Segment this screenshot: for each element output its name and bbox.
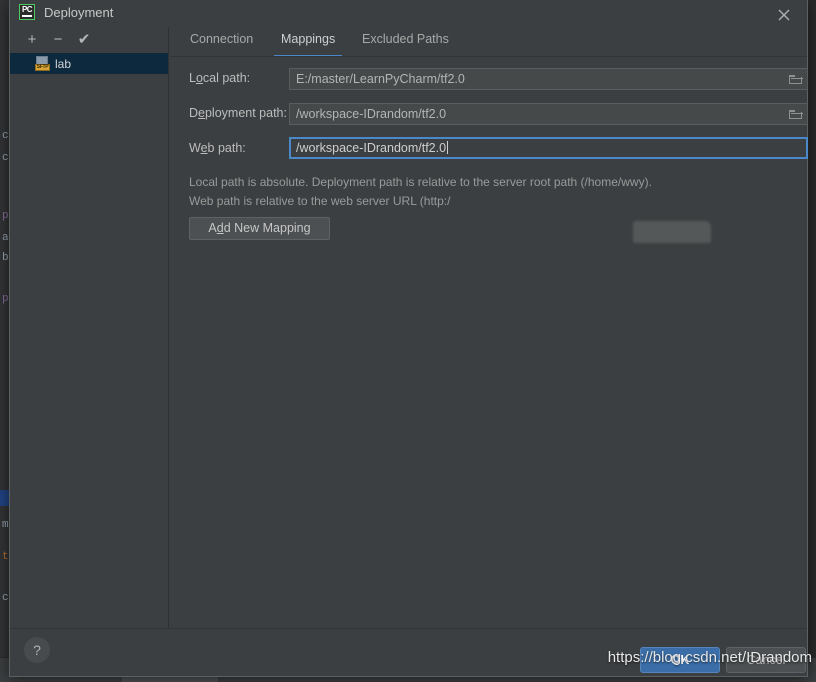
web-path-input[interactable]: /workspace-IDrandom/tf2.0 [289, 137, 808, 159]
tab-bar: Connection Mappings Excluded Paths [170, 27, 807, 57]
tab-mappings[interactable]: Mappings [273, 32, 343, 57]
deployment-path-browse-button[interactable] [785, 104, 807, 124]
dialog-footer: ? OK Cancel [10, 628, 807, 676]
set-default-button[interactable]: ✔ [74, 30, 94, 50]
web-path-value: /workspace-IDrandom/tf2.0 [296, 141, 447, 155]
editor-code-fragment: p [2, 293, 9, 305]
deployment-path-label: Deployment path: [189, 106, 287, 120]
tab-excluded-paths[interactable]: Excluded Paths [362, 32, 449, 56]
editor-code-fragment: c [2, 130, 9, 142]
web-path-label: Web path: [189, 141, 246, 155]
deployment-dialog: PC Deployment + − ✔ SFTP lab Connection … [9, 0, 808, 677]
remove-server-button[interactable]: − [48, 30, 68, 50]
local-path-label: Local path: [189, 71, 251, 85]
minus-icon: − [53, 31, 63, 48]
close-icon[interactable] [767, 2, 801, 26]
dialog-title-bar: PC Deployment [10, 0, 807, 27]
cancel-button[interactable]: Cancel [726, 647, 806, 673]
local-path-browse-button[interactable] [785, 69, 807, 89]
deployment-path-input[interactable]: /workspace-IDrandom/tf2.0 [289, 103, 808, 125]
pycharm-icon: PC [19, 4, 35, 20]
list-item[interactable]: SFTP lab [10, 53, 168, 74]
plus-icon: + [27, 31, 37, 48]
hint-line-web: Web path is relative to the web server U… [189, 194, 451, 208]
text-caret [447, 141, 449, 154]
mappings-panel: Connection Mappings Excluded Paths Local… [170, 27, 808, 629]
sftp-badge-label: SFTP [35, 64, 50, 71]
folder-icon [789, 75, 803, 84]
folder-icon [789, 110, 803, 119]
editor-code-fragment: a [2, 232, 9, 244]
add-server-button[interactable]: + [22, 30, 42, 50]
editor-code-fragment: p [2, 210, 9, 222]
local-path-input[interactable]: E:/master/LearnPyCharm/tf2.0 [289, 68, 808, 90]
help-button[interactable]: ? [24, 637, 50, 663]
add-new-mapping-button[interactable]: Add New Mapping [189, 217, 330, 240]
tab-connection[interactable]: Connection [190, 32, 253, 56]
server-name: lab [55, 56, 72, 71]
editor-code-fragment: b [2, 252, 9, 264]
server-list-toolbar: + − ✔ [10, 27, 168, 53]
redacted-url-block [633, 221, 711, 243]
sftp-icon: SFTP [35, 56, 50, 71]
tab-separator [170, 56, 807, 57]
editor-code-fragment: c [2, 592, 9, 604]
server-list[interactable]: SFTP lab [10, 53, 168, 629]
check-icon: ✔ [77, 31, 91, 48]
editor-code-fragment: c [2, 152, 9, 164]
server-list-panel: + − ✔ SFTP lab [10, 27, 169, 629]
ok-button[interactable]: OK [640, 647, 720, 673]
hint-line-local: Local path is absolute. Deployment path … [189, 175, 652, 189]
dialog-title: Deployment [44, 5, 114, 20]
